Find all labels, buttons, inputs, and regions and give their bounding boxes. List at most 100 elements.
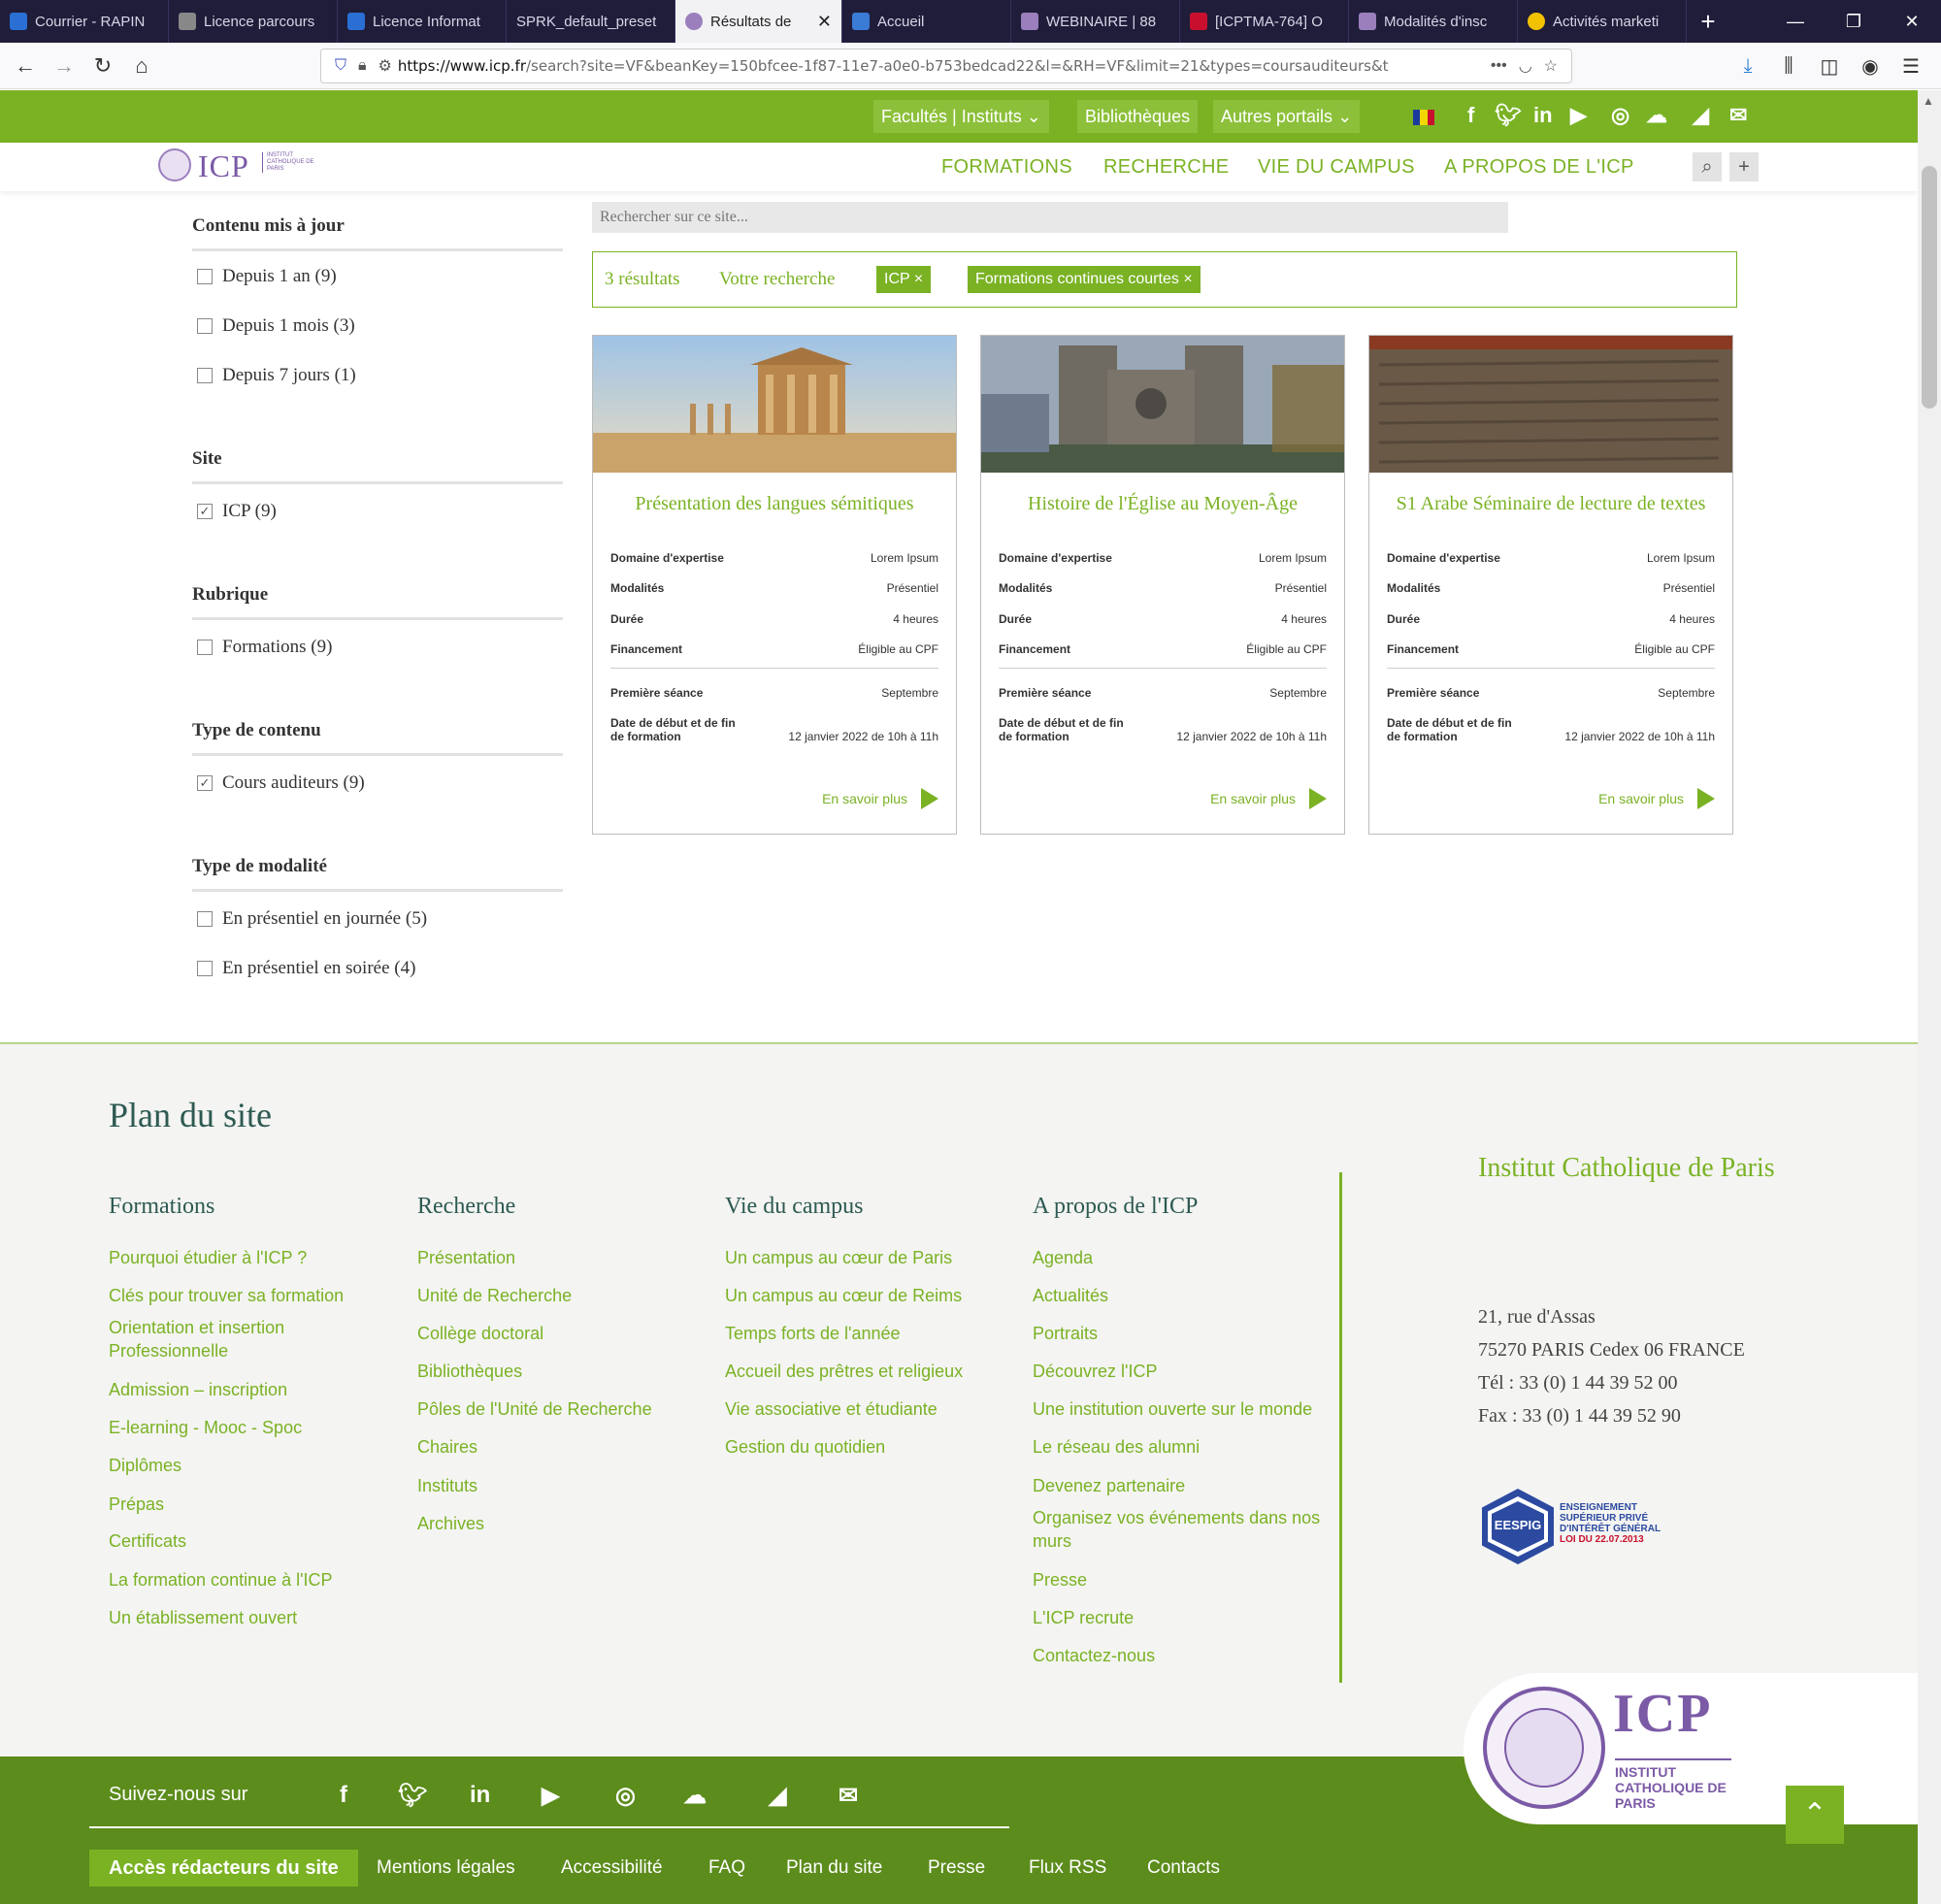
- checkbox[interactable]: [197, 961, 213, 976]
- restore-icon[interactable]: ❐: [1825, 12, 1883, 32]
- footer-link[interactable]: Un établissement ouvert: [109, 1606, 419, 1629]
- checkbox-checked[interactable]: ✓: [197, 775, 213, 791]
- footer-link[interactable]: Gestion du quotidien: [725, 1435, 1036, 1459]
- learn-more-link[interactable]: En savoir plus: [1598, 788, 1715, 809]
- footer-link[interactable]: Pourquoi étudier à l'ICP ?: [109, 1246, 419, 1269]
- filter-option[interactable]: En présentiel en soirée (4): [197, 958, 415, 979]
- footer-link[interactable]: Vie associative et étudiante: [725, 1397, 1036, 1421]
- url-bar[interactable]: ⛉ 🔒︎ ⚙ https://www.icp.fr/search?site=VF…: [320, 49, 1572, 83]
- bottom-link[interactable]: Contacts: [1147, 1857, 1220, 1879]
- page-actions-icon[interactable]: •••: [1491, 57, 1507, 75]
- bookmark-star-icon[interactable]: ☆: [1544, 56, 1558, 76]
- checkbox[interactable]: [197, 269, 213, 284]
- footer-link[interactable]: Bibliothèques: [417, 1360, 728, 1383]
- download-icon[interactable]: ⤓: [1727, 55, 1768, 78]
- footer-link[interactable]: Découvrez l'ICP: [1033, 1360, 1343, 1383]
- footer-link[interactable]: La formation continue à l'ICP: [109, 1568, 419, 1592]
- footer-link[interactable]: Portraits: [1033, 1322, 1343, 1345]
- footer-link[interactable]: Clés pour trouver sa formation: [109, 1284, 419, 1307]
- pocket-icon[interactable]: ◡: [1519, 56, 1532, 76]
- filter-option[interactable]: Formations (9): [197, 637, 332, 658]
- plus-icon[interactable]: +: [1729, 152, 1759, 181]
- checkbox[interactable]: [197, 911, 213, 927]
- youtube-icon[interactable]: ▶: [1570, 103, 1587, 128]
- youtube-icon[interactable]: ▶: [542, 1782, 559, 1810]
- browser-tab-7[interactable]: [ICPTMA-764] O: [1180, 0, 1349, 43]
- filter-option[interactable]: Depuis 7 jours (1): [197, 365, 356, 386]
- soundcloud-icon[interactable]: ☁: [683, 1782, 707, 1810]
- footer-link[interactable]: Collège doctoral: [417, 1322, 728, 1345]
- footer-link[interactable]: Agenda: [1033, 1246, 1343, 1269]
- lock-icon[interactable]: 🔒︎: [358, 57, 367, 75]
- twitter-icon[interactable]: 🐦︎: [398, 1782, 427, 1810]
- footer-link[interactable]: Un campus au cœur de Reims: [725, 1284, 1036, 1307]
- linkedin-icon[interactable]: in: [1533, 103, 1553, 128]
- forward-icon[interactable]: →: [45, 47, 83, 85]
- menu-icon[interactable]: ☰: [1891, 54, 1931, 79]
- checkbox[interactable]: [197, 640, 213, 655]
- facultes-dropdown[interactable]: Facultés | Instituts ⌄: [873, 100, 1049, 133]
- footer-link[interactable]: Organisez vos événements dans nos murs: [1033, 1506, 1338, 1553]
- nav-formations[interactable]: FORMATIONS: [941, 156, 1072, 179]
- card-image-cathedral[interactable]: [981, 336, 1344, 473]
- filter-option[interactable]: ✓ ICP (9): [197, 501, 277, 522]
- course-card[interactable]: Présentation des langues sémitiques Doma…: [592, 335, 957, 835]
- browser-tab-2[interactable]: Licence Informat: [338, 0, 507, 43]
- url-text[interactable]: https://www.icp.fr/search?site=VF&beanKe…: [398, 57, 1485, 75]
- facebook-icon[interactable]: f: [1467, 103, 1474, 128]
- permissions-icon[interactable]: ⚙: [378, 56, 392, 76]
- browser-tab-8[interactable]: Modalités d'insc: [1349, 0, 1518, 43]
- autres-portails-dropdown[interactable]: Autres portails ⌄: [1213, 100, 1361, 133]
- filter-option[interactable]: ✓ Cours auditeurs (9): [197, 772, 365, 794]
- scrollbar-thumb[interactable]: [1922, 166, 1937, 409]
- footer-link[interactable]: Archives: [417, 1512, 728, 1535]
- filter-option[interactable]: En présentiel en journée (5): [197, 908, 427, 930]
- footer-link[interactable]: Unité de Recherche: [417, 1284, 728, 1307]
- browser-tab-0[interactable]: Courrier - RAPIN: [0, 0, 169, 43]
- minimize-icon[interactable]: —: [1766, 12, 1825, 32]
- footer-link[interactable]: Contactez-nous: [1033, 1644, 1343, 1667]
- filter-option[interactable]: Depuis 1 an (9): [197, 266, 337, 287]
- home-icon[interactable]: ⌂: [122, 47, 161, 85]
- learn-more-link[interactable]: En savoir plus: [822, 788, 938, 809]
- icp-seal-logo[interactable]: [158, 148, 191, 181]
- new-tab-icon[interactable]: +: [1687, 7, 1729, 37]
- footer-link[interactable]: E-learning - Mooc - Spoc: [109, 1416, 419, 1439]
- footer-link[interactable]: Devenez partenaire: [1033, 1474, 1343, 1497]
- footer-link[interactable]: Prépas: [109, 1493, 419, 1516]
- course-card[interactable]: Histoire de l'Église au Moyen-Âge Domain…: [980, 335, 1345, 835]
- browser-tab-1[interactable]: Licence parcours: [169, 0, 338, 43]
- checkbox-checked[interactable]: ✓: [197, 504, 213, 519]
- browser-tab-6[interactable]: WEBINAIRE | 88: [1011, 0, 1180, 43]
- bottom-link[interactable]: Plan du site: [786, 1857, 882, 1879]
- facebook-icon[interactable]: f: [340, 1782, 347, 1809]
- footer-link[interactable]: Un campus au cœur de Paris: [725, 1246, 1036, 1269]
- bottom-link[interactable]: Accessibilité: [561, 1857, 663, 1879]
- bottom-link[interactable]: Mentions légales: [377, 1857, 515, 1879]
- bottom-link[interactable]: Presse: [928, 1857, 985, 1879]
- footer-link[interactable]: Une institution ouverte sur le monde: [1033, 1397, 1343, 1421]
- browser-tab-3[interactable]: SPRK_default_preset: [507, 0, 675, 43]
- card-title[interactable]: Présentation des langues sémitiques: [593, 493, 956, 515]
- site-search-input[interactable]: [592, 202, 1508, 233]
- instagram-icon[interactable]: ◎: [615, 1782, 636, 1810]
- checkbox[interactable]: [197, 318, 213, 334]
- scroll-up-icon[interactable]: ▲: [1923, 94, 1934, 108]
- footer-link[interactable]: Accueil des prêtres et religieux: [725, 1360, 1036, 1383]
- checkbox[interactable]: [197, 368, 213, 383]
- sidebar-icon[interactable]: ◫: [1809, 54, 1850, 79]
- learn-more-link[interactable]: En savoir plus: [1210, 788, 1327, 809]
- nav-recherche[interactable]: RECHERCHE: [1103, 156, 1229, 179]
- account-icon[interactable]: ◉: [1850, 54, 1891, 79]
- icp-logo-text[interactable]: ICP: [198, 148, 249, 184]
- card-image-tablet[interactable]: [1369, 336, 1732, 473]
- reload-icon[interactable]: ↻: [83, 47, 122, 85]
- icp-footer-logo[interactable]: ICP INSTITUT CATHOLIQUE DE PARIS: [1464, 1673, 1918, 1824]
- rss-icon[interactable]: ◢: [1693, 103, 1709, 128]
- instagram-icon[interactable]: ◎: [1611, 103, 1629, 128]
- browser-tab-5[interactable]: Accueil: [842, 0, 1011, 43]
- card-title[interactable]: S1 Arabe Séminaire de lecture de textes: [1369, 493, 1732, 515]
- newsletter-icon[interactable]: ✉: [1729, 103, 1747, 128]
- shield-icon[interactable]: ⛉: [335, 57, 346, 75]
- browser-tab-9[interactable]: Activités marketi: [1518, 0, 1687, 43]
